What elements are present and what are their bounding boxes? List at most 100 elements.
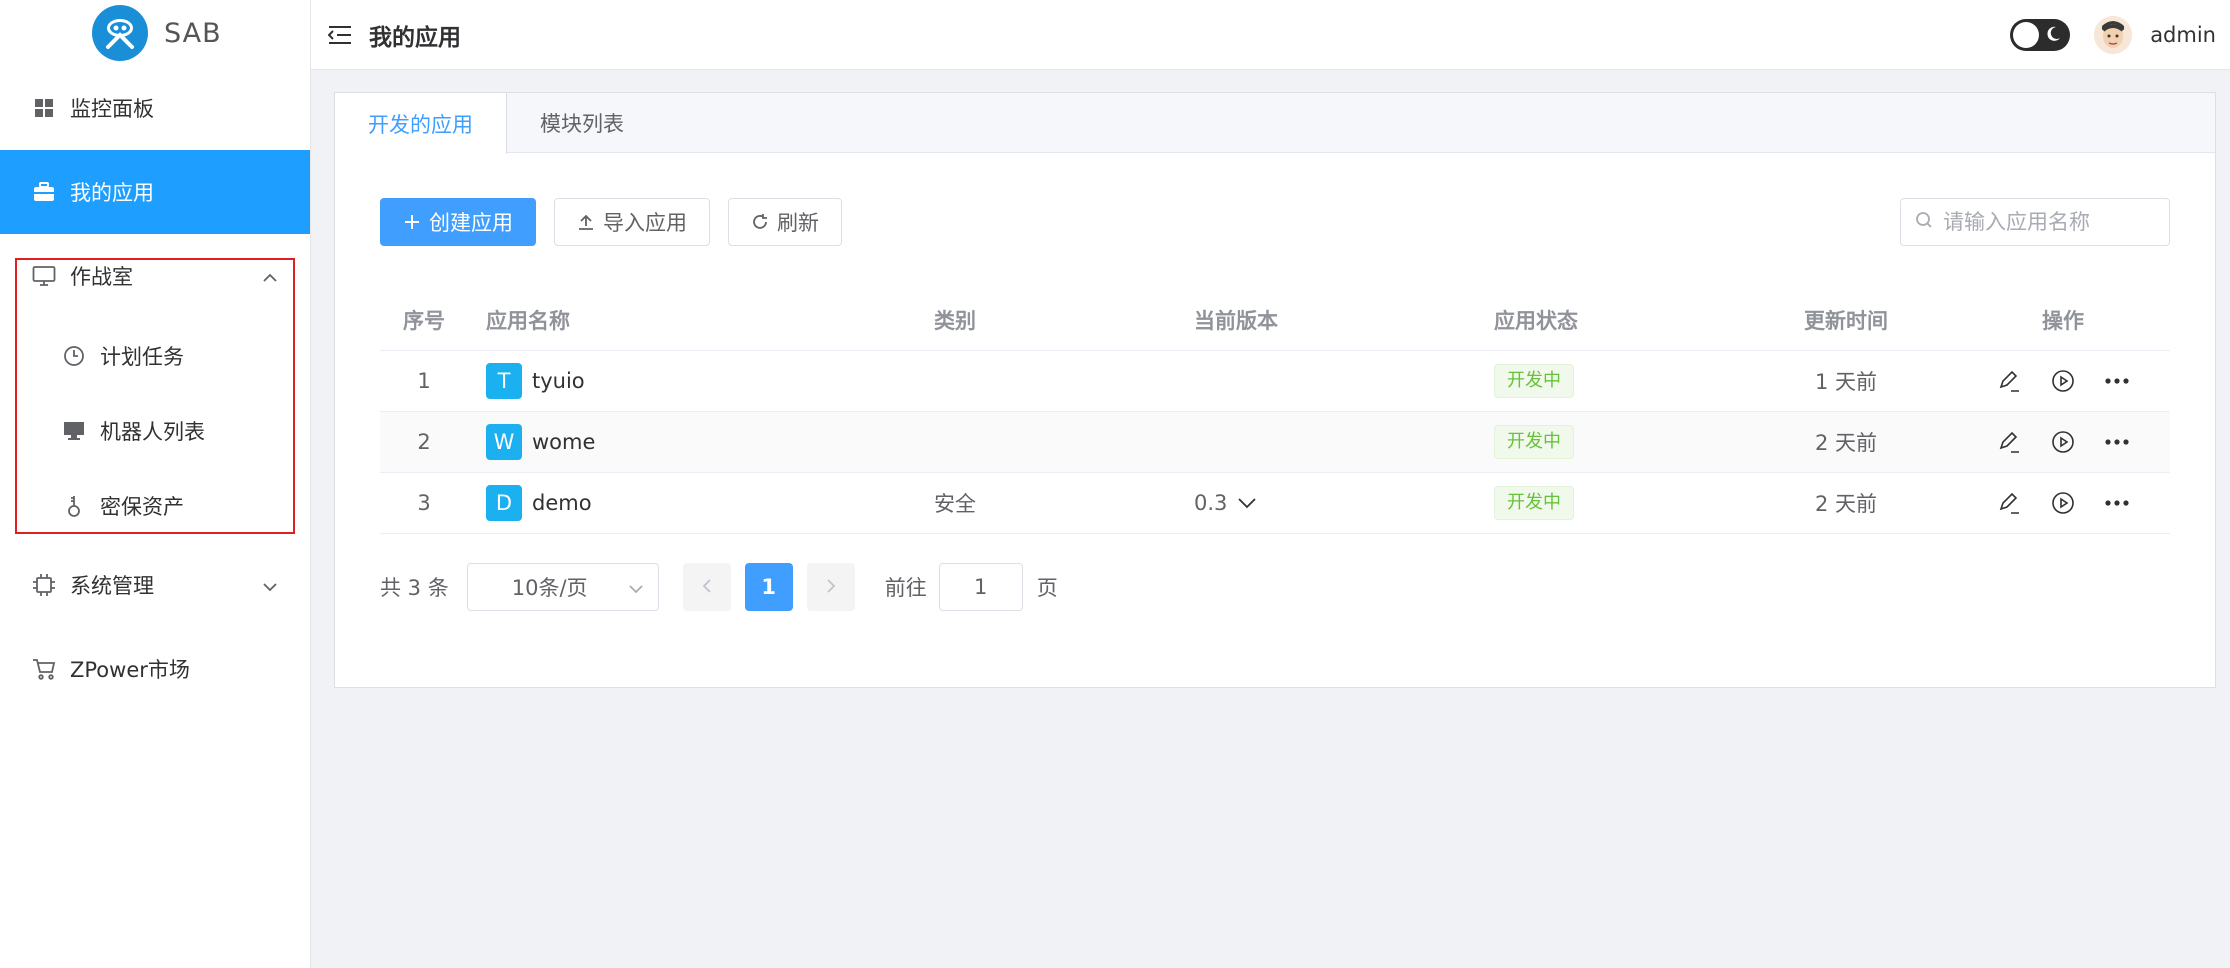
refresh-label: 刷新 — [777, 211, 819, 235]
avatar[interactable] — [2094, 15, 2133, 54]
col-header-actions: 操作 — [2042, 308, 2084, 333]
dashboard-icon — [32, 96, 56, 120]
app-name[interactable]: wome — [532, 430, 595, 454]
submenu-item-label: 计划任务 — [100, 344, 184, 369]
refresh-icon — [751, 213, 769, 231]
sidebar: SAB 监控面板 我的应用 作战室 计划任务 机器人列表 密保资产 系统管理 Z… — [0, 0, 311, 968]
chevron-right-icon — [826, 575, 836, 599]
chevron-down-icon — [1237, 497, 1257, 509]
sidebar-item-scheduled-tasks[interactable]: 计划任务 — [0, 318, 310, 393]
col-header-index: 序号 — [403, 308, 445, 333]
search-input[interactable] — [1943, 210, 2143, 234]
status-badge: 开发中 — [1494, 364, 1574, 398]
create-app-button[interactable]: 创建应用 — [380, 198, 536, 246]
tab-module-list[interactable]: 模块列表 — [507, 93, 658, 153]
menu-fold-icon[interactable] — [327, 22, 353, 48]
goto-page-input[interactable]: 1 — [938, 563, 1023, 611]
more-icon[interactable] — [2102, 427, 2132, 457]
apps-table: 序号 应用名称 类别 当前版本 应用状态 更新时间 操作 1 T tyuio 开… — [380, 289, 2170, 534]
submenu-item-label: 密保资产 — [100, 494, 184, 519]
prev-page-button[interactable] — [682, 563, 731, 611]
app-badge: D — [486, 485, 522, 521]
sidebar-item-label: ZPower市场 — [70, 658, 190, 682]
play-icon[interactable] — [2048, 488, 2078, 518]
row-actions — [1956, 366, 2170, 396]
row-status-cell: 开发中 — [1476, 425, 1736, 459]
search-icon — [1915, 210, 1933, 234]
row-version: 0.3 — [1194, 491, 1228, 515]
cpu-icon — [32, 573, 56, 597]
sidebar-item-label: 监控面板 — [70, 97, 154, 121]
more-icon[interactable] — [2102, 488, 2132, 518]
row-name-cell: T tyuio — [468, 363, 916, 399]
table-row[interactable]: 2 W wome 开发中 2 天前 — [380, 412, 2170, 473]
search-box — [1900, 198, 2170, 246]
app-badge: W — [486, 424, 522, 460]
more-icon[interactable] — [2102, 366, 2132, 396]
briefcase-icon — [32, 180, 56, 204]
sidebar-item-secure-assets[interactable]: 密保资产 — [0, 468, 310, 543]
sidebar-item-system-admin[interactable]: 系统管理 — [0, 543, 310, 627]
sidebar-item-zpower-market[interactable]: ZPower市场 — [0, 627, 310, 711]
sidebar-item-war-room[interactable]: 作战室 — [0, 234, 310, 318]
row-index: 3 — [417, 491, 431, 515]
play-icon[interactable] — [2048, 366, 2078, 396]
monitor-icon — [32, 264, 56, 288]
row-status-cell: 开发中 — [1476, 364, 1736, 398]
username[interactable]: admin — [2150, 23, 2216, 47]
moon-icon — [2044, 25, 2062, 47]
page-size-value: 10条/页 — [511, 576, 588, 600]
logo-icon — [92, 5, 148, 61]
chevron-left-icon — [702, 575, 712, 599]
sidebar-item-dashboard[interactable]: 监控面板 — [0, 66, 310, 150]
row-category: 安全 — [934, 492, 976, 516]
col-header-version: 当前版本 — [1194, 308, 1278, 333]
col-header-updated: 更新时间 — [1804, 308, 1888, 333]
page-size-select[interactable]: 10条/页 — [466, 563, 659, 611]
row-updated: 2 天前 — [1814, 431, 1878, 455]
next-page-button[interactable] — [806, 563, 855, 611]
import-app-button[interactable]: 导入应用 — [554, 198, 710, 246]
clock-icon — [62, 344, 86, 368]
refresh-button[interactable]: 刷新 — [728, 198, 842, 246]
app-name[interactable]: demo — [532, 491, 592, 515]
app-badge: T — [486, 363, 522, 399]
edit-icon[interactable] — [1994, 488, 2024, 518]
play-icon[interactable] — [2048, 427, 2078, 457]
app-name[interactable]: tyuio — [532, 369, 585, 393]
tab-developed-apps[interactable]: 开发的应用 — [335, 93, 507, 154]
edit-icon[interactable] — [1994, 427, 2024, 457]
row-actions — [1956, 488, 2170, 518]
row-updated: 1 天前 — [1814, 370, 1878, 394]
goto-label: 前往 — [884, 576, 927, 600]
col-header-name: 应用名称 — [486, 308, 570, 333]
total-count: 共 3 条 — [380, 576, 449, 600]
row-index: 1 — [417, 369, 431, 393]
sidebar-item-my-apps[interactable]: 我的应用 — [0, 150, 310, 234]
key-icon — [62, 494, 86, 518]
logo-area: SAB — [0, 0, 310, 66]
create-app-label: 创建应用 — [429, 211, 513, 235]
sidebar-item-label: 作战室 — [70, 265, 133, 289]
goto-suffix: 页 — [1036, 576, 1058, 600]
sidebar-item-robot-list[interactable]: 机器人列表 — [0, 393, 310, 468]
table-row[interactable]: 3 D demo 安全 0.3 开发中 2 天前 — [380, 473, 2170, 534]
status-badge: 开发中 — [1494, 425, 1574, 459]
tabs-bar: 开发的应用 模块列表 — [335, 93, 2215, 154]
cart-icon — [32, 657, 56, 681]
chevron-down-icon — [628, 575, 644, 599]
theme-toggle[interactable] — [2010, 18, 2071, 51]
edit-icon[interactable] — [1994, 366, 2024, 396]
sidebar-item-label: 我的应用 — [70, 181, 154, 205]
upload-icon — [577, 213, 595, 231]
row-version-cell[interactable]: 0.3 — [1176, 491, 1476, 515]
pagination: 共 3 条 10条/页 1 前往 1 页 — [380, 563, 1058, 611]
row-index: 2 — [417, 430, 431, 454]
table-row[interactable]: 1 T tyuio 开发中 1 天前 — [380, 351, 2170, 412]
toggle-knob — [2013, 21, 2040, 48]
row-status-cell: 开发中 — [1476, 486, 1736, 520]
page-number[interactable]: 1 — [744, 563, 793, 611]
plus-icon — [403, 213, 421, 231]
col-header-category: 类别 — [934, 308, 976, 333]
row-name-cell: D demo — [468, 485, 916, 521]
